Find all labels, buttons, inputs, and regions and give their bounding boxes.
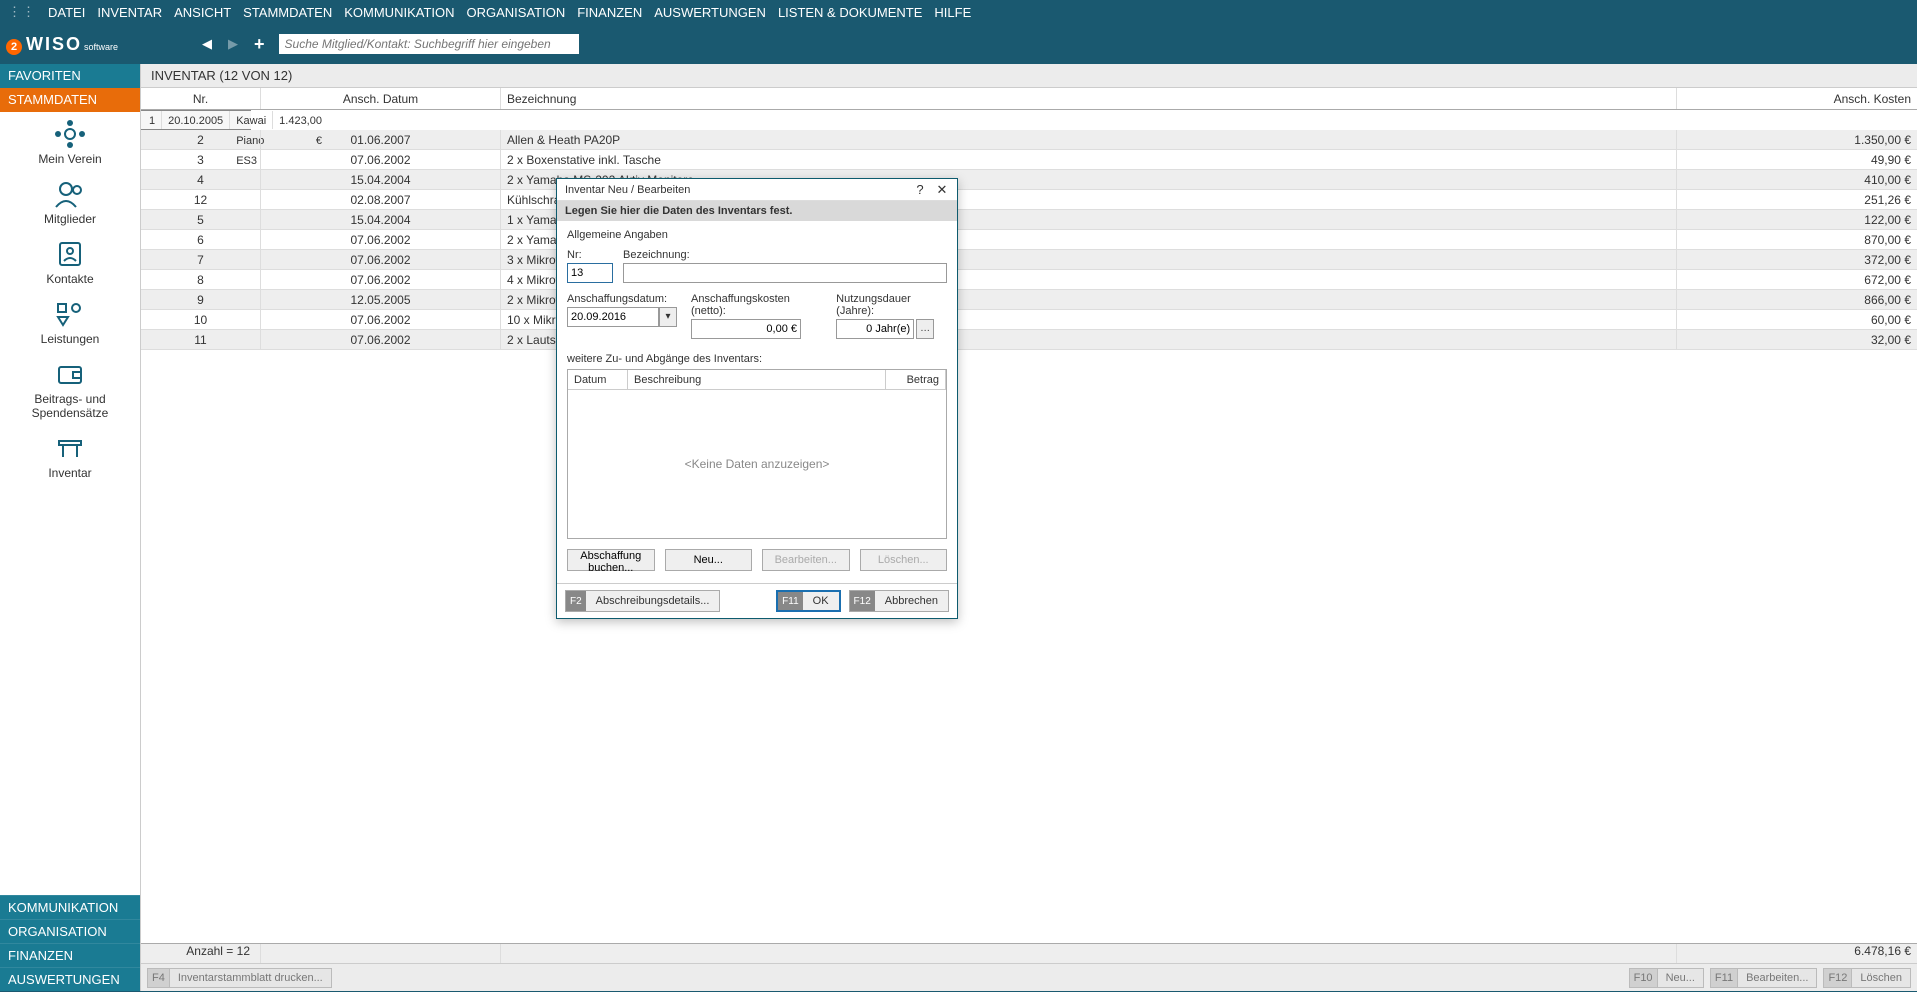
menu-kommunikation[interactable]: KOMMUNIKATION [340,5,458,20]
inventory-edit-dialog: Inventar Neu / Bearbeiten ? ✕ Legen Sie … [556,178,958,619]
accordion-kommunikation[interactable]: KOMMUNIKATION [0,895,140,919]
print-button[interactable]: F4Inventarstammblatt drucken... [147,968,332,988]
menu-auswertungen[interactable]: AUSWERTUNGEN [650,5,770,20]
abschreibungsdetails-button[interactable]: F2Abschreibungsdetails... [565,590,720,612]
accordion-auswertungen[interactable]: AUSWERTUNGEN [0,967,140,991]
members-icon [50,178,90,210]
accordion-organisation[interactable]: ORGANISATION [0,919,140,943]
table-row[interactable]: 201.06.2007Allen & Heath PA20P1.350,00 € [141,130,1917,150]
table-row[interactable]: 307.06.20022 x Boxenstative inkl. Tasche… [141,150,1917,170]
brand-logo: 2 WISO software [6,34,118,55]
sidebar-item-beitrag[interactable]: Beitrags- und Spendensätze [0,352,140,426]
toolbar: 2 WISO software ◀ ▶ + [0,24,1917,64]
date-input[interactable] [567,307,659,327]
neu-button[interactable]: Neu... [665,549,753,571]
accordion-favoriten[interactable]: FAVORITEN [0,64,140,88]
main-menu: ⋮⋮ DATEI INVENTAR ANSICHT STAMMDATEN KOM… [0,0,1917,24]
movements-grid: Datum Beschreibung Betrag <Keine Daten a… [567,369,947,539]
nutzungsdauer-picker-icon[interactable]: … [916,319,934,339]
kosten-input[interactable] [691,319,801,339]
col-datum[interactable]: Ansch. Datum [261,88,501,109]
menu-listen[interactable]: LISTEN & DOKUMENTE [774,5,926,20]
empty-placeholder: <Keine Daten anzuzeigen> [568,390,946,538]
subcol-betrag[interactable]: Betrag [886,370,946,389]
col-kosten[interactable]: Ansch. Kosten [1677,88,1917,109]
left-panel: FAVORITEN STAMMDATEN Mein Verein Mitglie… [0,64,140,991]
table-row[interactable]: 515.04.20041 x Yamaha MS-122,00 € [141,210,1917,230]
sidebar-item-leistungen[interactable]: Leistungen [0,292,140,352]
table-row[interactable]: 1007.06.200210 x Mikrofonkab60,00 € [141,310,1917,330]
content-panel: INVENTAR (12 VON 12) Nr. Ansch. Datum Be… [140,64,1917,991]
bottom-toolbar: F4Inventarstammblatt drucken... F10Neu..… [141,963,1917,991]
menu-inventar[interactable]: INVENTAR [93,5,166,20]
table-row[interactable]: 120.10.2005Kawai Piano ES31.423,00 € [141,110,251,130]
table-row[interactable]: 1202.08.2007Kühlschrank Go251,26 € [141,190,1917,210]
shapes-icon [50,298,90,330]
bearbeiten-button[interactable]: Bearbeiten... [762,549,850,571]
help-icon[interactable]: ? [909,182,931,197]
list-title: INVENTAR (12 VON 12) [141,64,1917,88]
menu-hilfe[interactable]: HILFE [930,5,975,20]
subcol-datum[interactable]: Datum [568,370,628,389]
edit-button[interactable]: F11Bearbeiten... [1710,968,1818,988]
group-icon [50,118,90,150]
grid-header: Nr. Ansch. Datum Bezeichnung Ansch. Kost… [141,88,1917,110]
search-input[interactable] [279,34,579,54]
summary-row: Anzahl = 12 6.478,16 € [141,943,1917,963]
dialog-subtitle: Legen Sie hier die Daten des Inventars f… [557,201,957,221]
subcol-beschreibung[interactable]: Beschreibung [628,370,886,389]
inventory-grid: Nr. Ansch. Datum Bezeichnung Ansch. Kost… [141,88,1917,943]
contacts-icon [50,238,90,270]
new-button[interactable]: F10Neu... [1629,968,1704,988]
sidebar-item-kontakte[interactable]: Kontakte [0,232,140,292]
brand-badge-icon: 2 [6,39,22,55]
table-row[interactable]: 807.06.20024 x Mikrofone AK672,00 € [141,270,1917,290]
menu-stammdaten[interactable]: STAMMDATEN [239,5,336,20]
loeschen-button[interactable]: Löschen... [860,549,948,571]
table-row[interactable]: 912.05.20052 x Mikrofon Ste866,00 € [141,290,1917,310]
nav-back-icon[interactable]: ◀ [198,34,216,54]
accordion-stammdaten[interactable]: STAMMDATEN [0,88,140,112]
accordion-finanzen[interactable]: FINANZEN [0,943,140,967]
sidebar-item-mitglieder[interactable]: Mitglieder [0,172,140,232]
menu-finanzen[interactable]: FINANZEN [573,5,646,20]
abbrechen-button[interactable]: F12Abbrechen [849,590,949,612]
bezeichnung-input[interactable] [623,263,947,283]
menu-ansicht[interactable]: ANSICHT [170,5,235,20]
nutzungsdauer-input[interactable] [836,319,914,339]
col-bezeichnung[interactable]: Bezeichnung [501,88,1677,109]
ok-button[interactable]: F11OK [776,590,840,612]
table-icon [50,432,90,464]
table-row[interactable]: 707.06.20023 x Mikrofone SM372,00 € [141,250,1917,270]
date-dropdown-icon[interactable]: ▾ [659,307,677,327]
abschaffung-button[interactable]: Abschaffung buchen... [567,549,655,571]
wallet-icon [50,358,90,390]
close-icon[interactable]: ✕ [931,182,953,198]
table-row[interactable]: 415.04.20042 x Yamaha MS-202 Aktiv Monit… [141,170,1917,190]
sidebar-item-inventar[interactable]: Inventar [0,426,140,486]
table-row[interactable]: 1107.06.20022 x Lautspreche32,00 € [141,330,1917,350]
delete-button[interactable]: F12Löschen [1823,968,1911,988]
nav-add-icon[interactable]: + [250,32,269,57]
menu-datei[interactable]: DATEI [44,5,89,20]
nav-forward-icon[interactable]: ▶ [224,34,242,54]
section-heading: Allgemeine Angaben [567,229,947,241]
col-nr[interactable]: Nr. [141,88,261,109]
dialog-titlebar: Inventar Neu / Bearbeiten ? ✕ [557,179,957,201]
menu-organisation[interactable]: ORGANISATION [463,5,570,20]
sidebar-item-verein[interactable]: Mein Verein [0,112,140,172]
nr-input[interactable] [567,263,613,283]
table-row[interactable]: 607.06.20022 x Yamaha MS870,00 € [141,230,1917,250]
